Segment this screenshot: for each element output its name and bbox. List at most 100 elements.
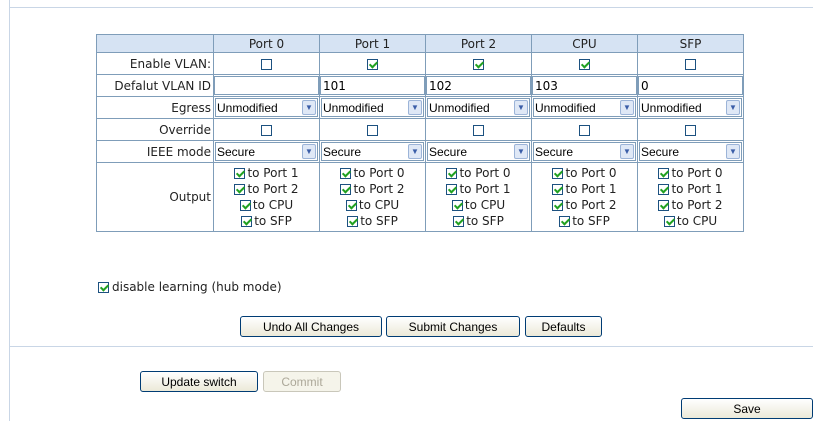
egress-select[interactable]: Unmodified ▼ xyxy=(427,98,530,117)
output-checkbox[interactable] xyxy=(340,167,352,179)
output-checkbox[interactable] xyxy=(663,215,675,227)
override-checkbox[interactable] xyxy=(579,124,590,136)
output-checkbox[interactable] xyxy=(451,199,463,211)
output-checkbox[interactable] xyxy=(446,167,458,179)
enable-vlan-checkbox[interactable] xyxy=(473,58,484,70)
output-checkbox[interactable] xyxy=(234,183,246,195)
output-checkbox[interactable] xyxy=(552,199,564,211)
column-header: Port 2 xyxy=(425,34,532,53)
ieee-mode-select[interactable]: Secure ▼ xyxy=(215,142,318,161)
ieee-mode-select[interactable]: Secure ▼ xyxy=(321,142,424,161)
enable-vlan-checkbox[interactable] xyxy=(261,58,272,70)
egress-select[interactable]: Unmodified ▼ xyxy=(321,98,424,117)
header-corner xyxy=(96,34,214,53)
output-label: to SFP xyxy=(254,214,292,228)
output-label: to SFP xyxy=(466,214,504,228)
hub-mode-option[interactable]: disable learning (hub mode) xyxy=(98,280,282,294)
output-checkbox[interactable] xyxy=(340,183,352,195)
output-option[interactable]: to Port 2 xyxy=(320,181,425,197)
output-checkbox[interactable] xyxy=(234,167,246,179)
row-label: IEEE mode xyxy=(96,140,214,163)
output-option[interactable]: to Port 0 xyxy=(426,165,531,181)
chevron-down-icon[interactable]: ▼ xyxy=(514,100,528,115)
output-checkbox[interactable] xyxy=(446,183,458,195)
output-option[interactable]: to Port 2 xyxy=(532,197,637,213)
output-option[interactable]: to CPU xyxy=(638,213,743,229)
output-checkbox[interactable] xyxy=(241,215,253,227)
chevron-down-icon[interactable]: ▼ xyxy=(726,144,740,159)
chevron-down-icon[interactable]: ▼ xyxy=(408,144,422,159)
output-option[interactable]: to Port 1 xyxy=(426,181,531,197)
chevron-down-icon[interactable]: ▼ xyxy=(620,100,634,115)
output-checkbox[interactable] xyxy=(559,215,571,227)
enable-vlan-checkbox[interactable] xyxy=(579,58,590,70)
output-option[interactable]: to CPU xyxy=(214,197,319,213)
output-option[interactable]: to SFP xyxy=(214,213,319,229)
output-option[interactable]: to SFP xyxy=(320,213,425,229)
select-value: Unmodified xyxy=(429,100,490,115)
output-checkbox[interactable] xyxy=(345,199,357,211)
output-option[interactable]: to CPU xyxy=(426,197,531,213)
select-value: Secure xyxy=(217,144,256,159)
override-checkbox[interactable] xyxy=(367,124,378,136)
output-option[interactable]: to Port 0 xyxy=(638,165,743,181)
vlan-id-input[interactable] xyxy=(320,76,425,95)
output-option[interactable]: to Port 1 xyxy=(532,181,637,197)
egress-select[interactable]: Unmodified ▼ xyxy=(533,98,636,117)
chevron-down-icon[interactable]: ▼ xyxy=(514,144,528,159)
output-option[interactable]: to Port 2 xyxy=(214,181,319,197)
output-option[interactable]: to SFP xyxy=(532,213,637,229)
output-label: to CPU xyxy=(358,198,400,212)
row-label: Defalut VLAN ID xyxy=(96,74,214,97)
chevron-down-icon[interactable]: ▼ xyxy=(302,144,316,159)
commit-button[interactable]: Commit xyxy=(263,371,341,392)
override-checkbox[interactable] xyxy=(261,124,272,136)
output-option[interactable]: to Port 1 xyxy=(638,181,743,197)
output-label: to Port 0 xyxy=(565,166,617,180)
output-option[interactable]: to Port 1 xyxy=(214,165,319,181)
vlan-id-input[interactable] xyxy=(638,76,743,95)
egress-select[interactable]: Unmodified ▼ xyxy=(639,98,742,117)
output-checkbox[interactable] xyxy=(239,199,251,211)
output-checkbox[interactable] xyxy=(347,215,359,227)
output-checkbox[interactable] xyxy=(658,183,670,195)
chevron-down-icon[interactable]: ▼ xyxy=(302,100,316,115)
select-value: Secure xyxy=(429,144,468,159)
output-option[interactable]: to Port 0 xyxy=(320,165,425,181)
output-checkbox[interactable] xyxy=(552,183,564,195)
enable-vlan-checkbox[interactable] xyxy=(685,58,696,70)
ieee-mode-select[interactable]: Secure ▼ xyxy=(639,142,742,161)
select-value: Secure xyxy=(323,144,362,159)
output-checkbox[interactable] xyxy=(453,215,465,227)
save-button[interactable]: Save xyxy=(681,398,813,419)
egress-select[interactable]: Unmodified ▼ xyxy=(215,98,318,117)
ieee-mode-select[interactable]: Secure ▼ xyxy=(427,142,530,161)
output-option[interactable]: to SFP xyxy=(426,213,531,229)
output-option[interactable]: to Port 2 xyxy=(638,197,743,213)
vlan-id-input[interactable] xyxy=(426,76,531,95)
output-label: to Port 2 xyxy=(247,182,299,196)
override-checkbox[interactable] xyxy=(473,124,484,136)
update-switch-button[interactable]: Update switch xyxy=(140,371,258,392)
output-label: to CPU xyxy=(676,214,718,228)
output-checkbox[interactable] xyxy=(552,167,564,179)
chevron-down-icon[interactable]: ▼ xyxy=(620,144,634,159)
submit-changes-button[interactable]: Submit Changes xyxy=(386,316,520,337)
defaults-button[interactable]: Defaults xyxy=(525,316,602,337)
output-option[interactable]: to CPU xyxy=(320,197,425,213)
vlan-id-input[interactable] xyxy=(214,76,319,95)
output-option[interactable]: to Port 0 xyxy=(532,165,637,181)
enable-vlan-row: Enable VLAN: xyxy=(96,52,744,75)
chevron-down-icon[interactable]: ▼ xyxy=(726,100,740,115)
ieee-mode-select[interactable]: Secure ▼ xyxy=(533,142,636,161)
chevron-down-icon[interactable]: ▼ xyxy=(408,100,422,115)
undo-all-changes-button[interactable]: Undo All Changes xyxy=(240,316,382,337)
output-checkbox[interactable] xyxy=(658,199,670,211)
output-label: to Port 0 xyxy=(459,166,511,180)
header-row: Port 0 Port 1 Port 2 CPU SFP xyxy=(96,34,744,53)
output-checkbox[interactable] xyxy=(658,167,670,179)
override-checkbox[interactable] xyxy=(685,124,696,136)
hub-mode-checkbox[interactable] xyxy=(98,281,109,293)
enable-vlan-checkbox[interactable] xyxy=(367,58,378,70)
vlan-id-input[interactable] xyxy=(532,76,637,95)
